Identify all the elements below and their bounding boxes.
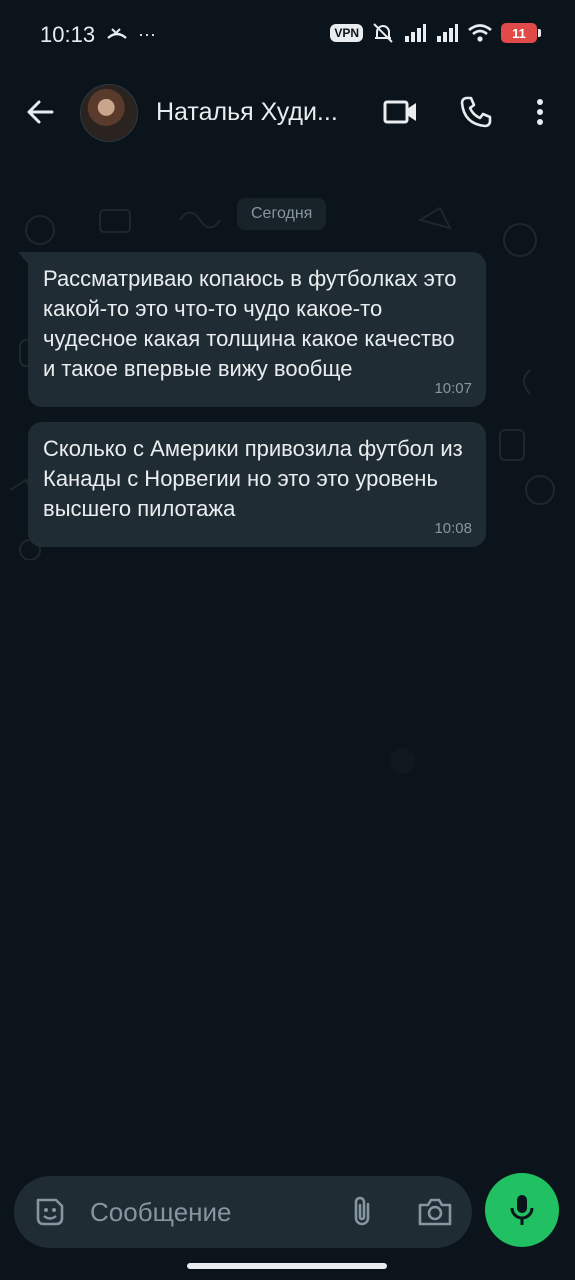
status-bar: 10:13 ··· VPN 11 xyxy=(0,0,575,70)
muted-bell-icon xyxy=(373,23,393,43)
signal-icon-1 xyxy=(405,24,426,42)
message-bubble[interactable]: Сколько с Америки привозила футбол из Ка… xyxy=(28,422,486,547)
more-vertical-icon[interactable] xyxy=(522,94,558,130)
phone-icon[interactable] xyxy=(458,94,494,130)
camera-icon[interactable] xyxy=(416,1194,454,1230)
home-indicator[interactable] xyxy=(187,1263,387,1269)
vpn-badge: VPN xyxy=(330,24,363,42)
more-notifications-icon: ··· xyxy=(138,24,156,44)
attachment-icon[interactable] xyxy=(344,1194,380,1230)
avatar[interactable] xyxy=(80,84,138,142)
wifi-icon xyxy=(468,24,492,42)
date-separator: Сегодня xyxy=(237,198,327,230)
message-time: 10:07 xyxy=(434,380,472,397)
battery-indicator: 11 xyxy=(501,23,541,43)
status-time: 10:13 xyxy=(40,22,96,47)
back-arrow-icon[interactable] xyxy=(22,94,58,130)
message-text: Сколько с Америки привозила футбол из Ка… xyxy=(43,436,463,521)
video-call-icon[interactable] xyxy=(382,94,418,130)
chat-area[interactable]: Сегодня Рассматриваю копаюсь в футболках… xyxy=(0,170,575,1155)
missed-call-icon xyxy=(107,27,127,39)
voice-message-button[interactable] xyxy=(485,1173,559,1247)
sticker-icon[interactable] xyxy=(32,1194,68,1230)
contact-name[interactable]: Наталья Худи... xyxy=(156,98,338,127)
microphone-icon xyxy=(510,1195,534,1225)
message-text: Рассматриваю копаюсь в футболках это как… xyxy=(43,266,457,381)
signal-icon-2 xyxy=(437,24,458,42)
message-composer xyxy=(14,1176,472,1248)
message-input[interactable] xyxy=(88,1192,328,1232)
message-time: 10:08 xyxy=(434,520,472,537)
chat-header: Наталья Худи... xyxy=(0,70,575,170)
message-bubble[interactable]: Рассматриваю копаюсь в футболках это как… xyxy=(18,252,486,407)
